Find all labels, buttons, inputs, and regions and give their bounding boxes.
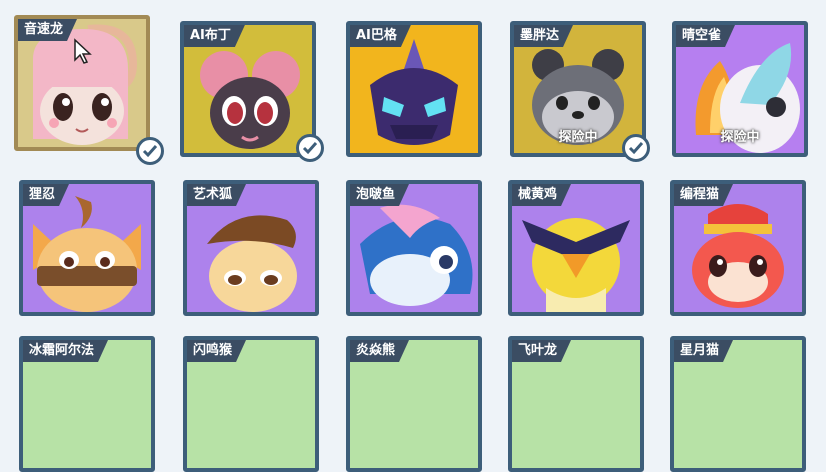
pet-grid: 音速龙 AI布丁 AI巴格 探险中 墨胖达 探险中 晴空雀 狸忍 艺术狐 泡啵鱼…: [0, 0, 826, 472]
pet-name-label: 墨胖达: [514, 25, 573, 47]
check-icon: [136, 137, 164, 165]
pet-card-star-moon-cat[interactable]: 星月猫: [670, 336, 806, 472]
check-icon: [296, 134, 324, 162]
pet-name-label: 械黄鸡: [512, 184, 571, 206]
pet-card-flame-bear[interactable]: 炎焱熊: [346, 336, 482, 472]
pet-card-frost-alpha[interactable]: 冰霜阿尔法: [19, 336, 155, 472]
pet-card-sonic-dragon[interactable]: 音速龙: [14, 15, 150, 151]
pet-name-label: 炎焱熊: [350, 340, 409, 362]
pet-card-li-ren[interactable]: 狸忍: [19, 180, 155, 316]
pet-card-code-cat[interactable]: 编程猫: [670, 180, 806, 316]
pet-name-label: 音速龙: [18, 19, 77, 41]
pet-card-mo-panda[interactable]: 探险中 墨胖达: [510, 21, 646, 157]
pet-card-art-fox[interactable]: 艺术狐: [183, 180, 319, 316]
pet-name-label: 泡啵鱼: [350, 184, 409, 206]
pet-card-ai-bug[interactable]: AI巴格: [346, 21, 482, 157]
pet-name-label: 星月猫: [674, 340, 733, 362]
exploring-status: 探险中: [720, 130, 760, 145]
mouse-cursor-icon: [74, 38, 92, 64]
pet-name-label: AI布丁: [184, 25, 245, 47]
pet-card-mech-chick[interactable]: 械黄鸡: [508, 180, 644, 316]
pet-card-ai-pudding[interactable]: AI布丁: [180, 21, 316, 157]
pet-card-leaf-dragon[interactable]: 飞叶龙: [508, 336, 644, 472]
check-icon: [622, 134, 650, 162]
pet-name-label: 闪鸣猴: [187, 340, 246, 362]
pet-name-label: 编程猫: [674, 184, 733, 206]
pet-card-flash-monkey[interactable]: 闪鸣猴: [183, 336, 319, 472]
pet-name-label: 冰霜阿尔法: [23, 340, 108, 362]
pet-name-label: AI巴格: [350, 25, 411, 47]
pet-name-label: 艺术狐: [187, 184, 246, 206]
pet-card-sunny-sparrow[interactable]: 探险中 晴空雀: [672, 21, 808, 157]
pet-card-bubble-fish[interactable]: 泡啵鱼: [346, 180, 482, 316]
pet-name-label: 飞叶龙: [512, 340, 571, 362]
pet-name-label: 晴空雀: [676, 25, 735, 47]
